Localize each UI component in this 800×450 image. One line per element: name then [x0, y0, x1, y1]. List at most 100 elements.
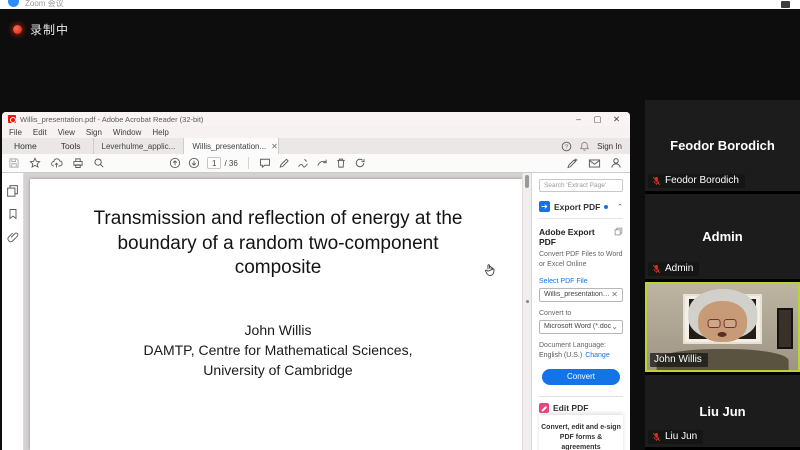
selected-file-box[interactable]: Willis_presentation.pdf ✕ [539, 288, 623, 302]
edit-pdf-label: Edit PDF [553, 403, 588, 413]
scrollbar-thumb[interactable] [525, 175, 529, 188]
zoom-window-control-icon[interactable] [781, 1, 790, 8]
pdf-page[interactable]: Transmission and reflection of energy at… [30, 179, 526, 450]
find-icon[interactable] [93, 157, 105, 169]
participant-label: Feodor Borodich [648, 174, 745, 188]
collapse-chevron-icon[interactable]: ⌃ [617, 203, 623, 211]
account-icon[interactable] [610, 157, 622, 169]
print-icon[interactable] [72, 157, 84, 169]
save-icon[interactable] [8, 157, 20, 169]
participant-tile-feodor[interactable]: Feodor Borodich Feodor Borodich [645, 100, 800, 191]
delete-icon[interactable] [335, 157, 347, 169]
document-language-label: Document Language: [539, 342, 623, 349]
cloud-upload-icon[interactable] [50, 157, 63, 169]
page-number-input[interactable]: 1 [207, 157, 221, 169]
slide-title: Transmission and reflection of energy at… [30, 207, 526, 281]
vertical-scrollbar[interactable] [522, 173, 531, 450]
refresh-icon[interactable] [354, 157, 366, 169]
export-pdf-label: Export PDF [554, 202, 600, 212]
participant-label: Admin [648, 262, 699, 276]
page-total: / 36 [224, 159, 237, 168]
minimize-button[interactable]: – [569, 112, 588, 126]
help-icon[interactable]: ? [561, 141, 572, 152]
sign-pen-icon[interactable] [297, 157, 309, 169]
attachments-icon[interactable] [7, 231, 19, 243]
language-value: English (U.S.) [539, 352, 582, 359]
tab-willis-doc[interactable]: Willis_presentation... ✕ [183, 138, 279, 154]
tab-home[interactable]: Home [2, 138, 49, 154]
format-value: Microsoft Word (*.docx) [544, 323, 611, 330]
export-pdf-panel: ➔ Export PDF ⌃ Adobe Export PDF Convert … [531, 173, 630, 450]
adobe-export-pdf-heading: Adobe Export PDF [539, 227, 614, 247]
edit-pdf-icon [539, 403, 549, 413]
recording-indicator: 录制中 [13, 21, 69, 38]
bookmarks-icon[interactable] [7, 208, 19, 220]
pdf-viewport[interactable]: Transmission and reflection of energy at… [24, 173, 531, 450]
acrobat-toolbar: 1 / 36 [2, 154, 630, 173]
acrobat-app-icon [8, 115, 16, 123]
acrobat-left-rail [2, 173, 24, 450]
sign-in-button[interactable]: Sign In [597, 142, 622, 151]
recording-dot-icon [13, 25, 22, 34]
zoom-logo-icon [8, 0, 19, 7]
muted-mic-icon [652, 264, 661, 274]
export-pdf-tool-row[interactable]: ➔ Export PDF ⌃ [539, 201, 623, 219]
muted-mic-icon [652, 176, 661, 186]
page-down-icon[interactable] [188, 157, 200, 169]
detach-panel-icon[interactable] [614, 227, 623, 236]
notification-dot [604, 205, 608, 209]
star-icon[interactable] [29, 157, 41, 169]
acrobat-titlebar: Willis_presentation.pdf - Adobe Acrobat … [2, 112, 630, 126]
selected-file-name: Willis_presentation.pdf [544, 291, 611, 298]
promo-text: Convert, edit and e-sign PDF forms & agr… [539, 423, 623, 450]
convert-button[interactable]: Convert [542, 369, 620, 385]
fill-sign-icon[interactable] [566, 157, 579, 169]
clear-file-icon[interactable]: ✕ [611, 290, 618, 299]
format-select[interactable]: Microsoft Word (*.docx) ⌄ [539, 320, 623, 334]
tab-tools[interactable]: Tools [49, 138, 93, 154]
format-chevron-icon: ⌄ [611, 322, 618, 331]
change-language-link[interactable]: Change [585, 352, 610, 359]
menu-file[interactable]: File [9, 128, 22, 137]
highlight-pen-icon[interactable] [278, 157, 290, 169]
maximize-button[interactable]: ▢ [588, 112, 607, 126]
close-button[interactable]: ✕ [607, 112, 626, 126]
convert-to-label: Convert to [539, 310, 623, 317]
acrobat-window-title: Willis_presentation.pdf - Adobe Acrobat … [20, 115, 203, 124]
hand-cursor-icon [483, 263, 496, 277]
zoom-window-title: Zoom 会议 [25, 0, 64, 9]
page-up-icon[interactable] [169, 157, 181, 169]
recording-label: 录制中 [30, 21, 69, 38]
export-description: Convert PDF Files to Word or Excel Onlin… [539, 250, 623, 270]
participant-label: Liu Jun [648, 430, 703, 444]
menu-sign[interactable]: Sign [86, 128, 102, 137]
acrobat-window: Willis_presentation.pdf - Adobe Acrobat … [2, 112, 630, 450]
tools-search-input[interactable] [539, 179, 623, 192]
acrobat-tabbar: Home Tools Leverhulme_applic... Willis_p… [2, 138, 630, 154]
select-pdf-file-link[interactable]: Select PDF File [539, 278, 623, 285]
notification-bell-icon[interactable] [579, 141, 590, 152]
email-icon[interactable] [588, 158, 601, 169]
tab-leverhulme-doc[interactable]: Leverhulme_applic... [93, 138, 184, 154]
svg-text:?: ? [565, 144, 568, 150]
menu-window[interactable]: Window [113, 128, 141, 137]
edit-pdf-tool-row[interactable]: Edit PDF [539, 403, 623, 413]
participant-tile-liu-jun[interactable]: Liu Jun Liu Jun [645, 375, 800, 447]
page-indicator: 1 / 36 [207, 157, 238, 169]
menu-view[interactable]: View [58, 128, 75, 137]
export-pdf-icon: ➔ [539, 201, 550, 212]
acrobat-menubar: File Edit View Sign Window Help [2, 126, 630, 138]
zoom-window-topbar: Zoom 会议 [0, 0, 800, 9]
participant-tile-admin[interactable]: Admin Admin [645, 194, 800, 279]
page-thumbnails-icon[interactable] [6, 184, 19, 197]
comment-icon[interactable] [259, 157, 271, 169]
participant-label: John Willis [650, 353, 708, 367]
tab-close-icon[interactable]: ✕ [271, 142, 278, 151]
send-track-icon[interactable] [316, 157, 328, 169]
menu-help[interactable]: Help [152, 128, 168, 137]
participant-tile-john-willis[interactable]: John Willis [645, 282, 800, 372]
slide-authors: John Willis DAMTP, Centre for Mathematic… [30, 321, 526, 381]
acrobat-pro-promo: Convert, edit and e-sign PDF forms & agr… [539, 415, 623, 450]
menu-edit[interactable]: Edit [33, 128, 47, 137]
zoom-meeting-screen: Zoom 会议 录制中 Willis_presentation.pdf - Ad… [0, 0, 800, 450]
